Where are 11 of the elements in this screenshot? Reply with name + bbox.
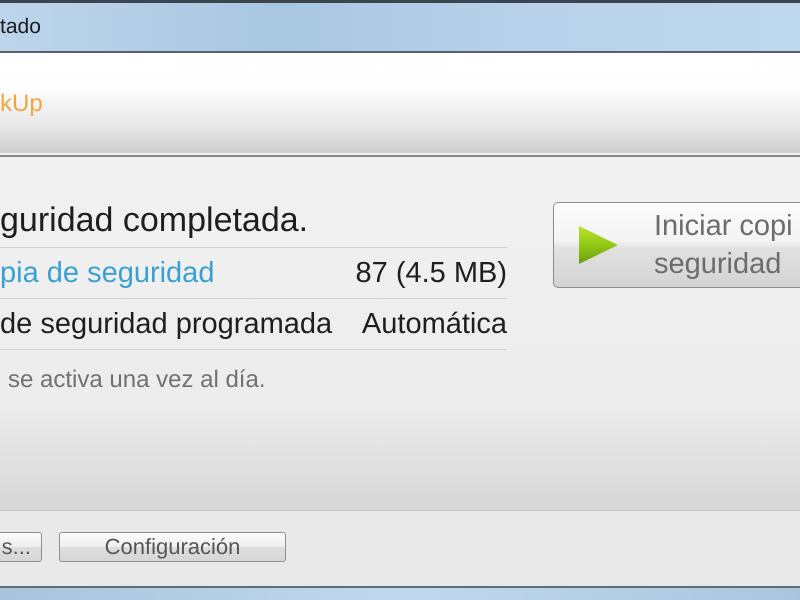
status-message: guridad completada. bbox=[0, 202, 507, 248]
dialog-button[interactable]: s... bbox=[0, 532, 42, 562]
window-title: tado bbox=[0, 15, 41, 39]
app-title: kUp bbox=[0, 90, 43, 118]
schedule-note: se activa una vez al día. bbox=[7, 365, 266, 393]
play-icon bbox=[578, 225, 619, 265]
row-value: 87 (4.5 MB) bbox=[356, 256, 507, 290]
dialog-button[interactable]: Configuración bbox=[59, 532, 286, 562]
start-backup-button[interactable]: Iniciar copi seguridad bbox=[553, 202, 800, 288]
row-label: de seguridad programada bbox=[0, 308, 332, 340]
row-value: Automática bbox=[362, 308, 507, 340]
